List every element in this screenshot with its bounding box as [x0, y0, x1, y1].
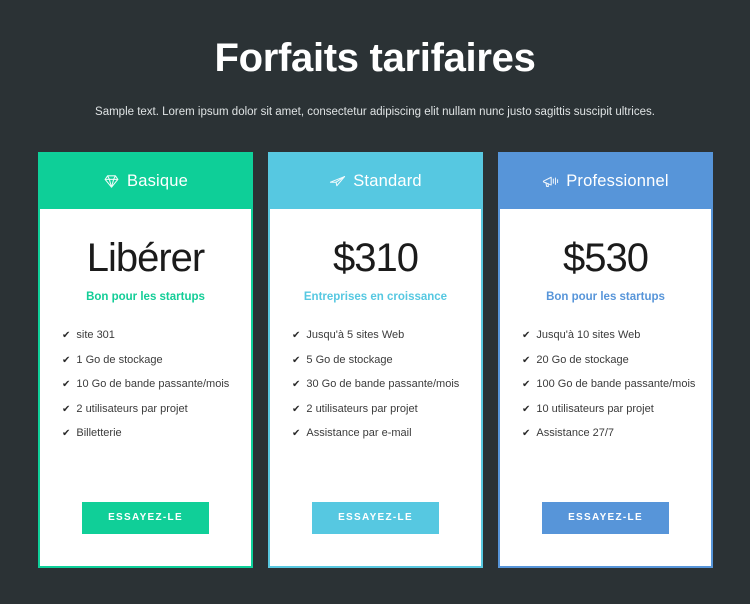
feature-label: 10 utilisateurs par projet [536, 402, 654, 415]
check-icon: ✔ [62, 330, 71, 342]
feature-label: Jusqu'à 10 sites Web [536, 329, 641, 342]
check-icon: ✔ [522, 330, 531, 342]
feature-list-professionnel: ✔ Jusqu'à 10 sites Web ✔ 20 Go de stocka… [514, 306, 697, 447]
check-icon: ✔ [292, 403, 301, 415]
feature-label: 1 Go de stockage [76, 353, 163, 366]
list-item: ✔ site 301 [54, 324, 237, 349]
list-item: ✔ Jusqu'à 5 sites Web [284, 324, 467, 349]
pricing-cards-row: Basique Libérer Bon pour les startups ✔ … [38, 152, 713, 568]
list-item: ✔ Assistance par e-mail [284, 422, 467, 447]
feature-label: 30 Go de bande passante/mois [306, 378, 460, 391]
price-professionnel: $530 [563, 236, 649, 280]
cta-wrap-basique: ESSAYEZ-LE [54, 502, 237, 566]
list-item: ✔ 2 utilisateurs par projet [284, 397, 467, 422]
megaphone-icon [542, 173, 559, 190]
feature-list-basique: ✔ site 301 ✔ 1 Go de stockage ✔ 10 Go de… [54, 306, 237, 447]
pricing-card-basique: Basique Libérer Bon pour les startups ✔ … [38, 152, 253, 568]
feature-label: Assistance 27/7 [536, 427, 615, 440]
card-header-professionnel: Professionnel [500, 154, 711, 209]
card-header-standard: Standard [270, 154, 481, 209]
check-icon: ✔ [292, 379, 301, 391]
card-body-standard: $310 Entreprises en croissance ✔ Jusqu'à… [270, 209, 481, 566]
feature-label: 2 utilisateurs par projet [306, 402, 418, 415]
feature-label: 10 Go de bande passante/mois [76, 378, 230, 391]
list-item: ✔ 10 Go de bande passante/mois [54, 373, 237, 398]
list-item: ✔ 30 Go de bande passante/mois [284, 373, 467, 398]
pricing-card-professionnel: Professionnel $530 Bon pour les startups… [498, 152, 713, 568]
list-item: ✔ 5 Go de stockage [284, 348, 467, 373]
list-item: ✔ 1 Go de stockage [54, 348, 237, 373]
check-icon: ✔ [292, 330, 301, 342]
feature-label: 5 Go de stockage [306, 353, 393, 366]
card-header-basique: Basique [40, 154, 251, 209]
feature-label: site 301 [76, 329, 115, 342]
try-it-button-standard[interactable]: ESSAYEZ-LE [312, 502, 439, 534]
feature-list-standard: ✔ Jusqu'à 5 sites Web ✔ 5 Go de stockage… [284, 306, 467, 447]
card-title-basique: Basique [126, 172, 189, 190]
price-note-basique: Bon pour les startups [86, 291, 205, 304]
feature-label: Billetterie [76, 427, 122, 440]
price-note-standard: Entreprises en croissance [303, 291, 448, 304]
check-icon: ✔ [62, 428, 71, 440]
page-title: Forfaits tarifaires [214, 36, 536, 80]
list-item: ✔ 2 utilisateurs par projet [54, 397, 237, 422]
pricing-page: Forfaits tarifaires Sample text. Lorem i… [0, 0, 750, 604]
page-subtitle: Sample text. Lorem ipsum dolor sit amet,… [95, 106, 655, 118]
feature-label: Jusqu'à 5 sites Web [306, 329, 405, 342]
list-item: ✔ 20 Go de stockage [514, 348, 697, 373]
cta-wrap-standard: ESSAYEZ-LE [284, 502, 467, 566]
list-item: ✔ 10 utilisateurs par projet [514, 397, 697, 422]
check-icon: ✔ [62, 403, 71, 415]
check-icon: ✔ [522, 354, 531, 366]
card-body-professionnel: $530 Bon pour les startups ✔ Jusqu'à 10 … [500, 209, 711, 566]
list-item: ✔ Assistance 27/7 [514, 422, 697, 447]
price-standard: $310 [333, 236, 419, 280]
price-basique: Libérer [86, 236, 206, 280]
check-icon: ✔ [522, 403, 531, 415]
list-item: ✔ 100 Go de bande passante/mois [514, 373, 697, 398]
price-note-professionnel: Bon pour les startups [546, 291, 665, 304]
list-item: ✔ Jusqu'à 10 sites Web [514, 324, 697, 349]
cta-wrap-professionnel: ESSAYEZ-LE [514, 502, 697, 566]
card-body-basique: Libérer Bon pour les startups ✔ site 301… [40, 209, 251, 566]
pricing-card-standard: Standard $310 Entreprises en croissance … [268, 152, 483, 568]
check-icon: ✔ [292, 354, 301, 366]
check-icon: ✔ [62, 379, 71, 391]
feature-label: 2 utilisateurs par projet [76, 402, 188, 415]
try-it-button-professionnel[interactable]: ESSAYEZ-LE [542, 502, 669, 534]
diamond-icon [103, 173, 120, 190]
check-icon: ✔ [522, 379, 531, 391]
check-icon: ✔ [62, 354, 71, 366]
try-it-button-basique[interactable]: ESSAYEZ-LE [82, 502, 209, 534]
feature-label: Assistance par e-mail [306, 427, 412, 440]
list-item: ✔ Billetterie [54, 422, 237, 447]
feature-label: 20 Go de stockage [536, 353, 629, 366]
feature-label: 100 Go de bande passante/mois [536, 378, 696, 391]
card-title-standard: Standard [353, 172, 422, 190]
check-icon: ✔ [522, 428, 531, 440]
card-title-professionnel: Professionnel [566, 172, 669, 190]
paper-plane-icon [329, 173, 346, 190]
check-icon: ✔ [292, 428, 301, 440]
